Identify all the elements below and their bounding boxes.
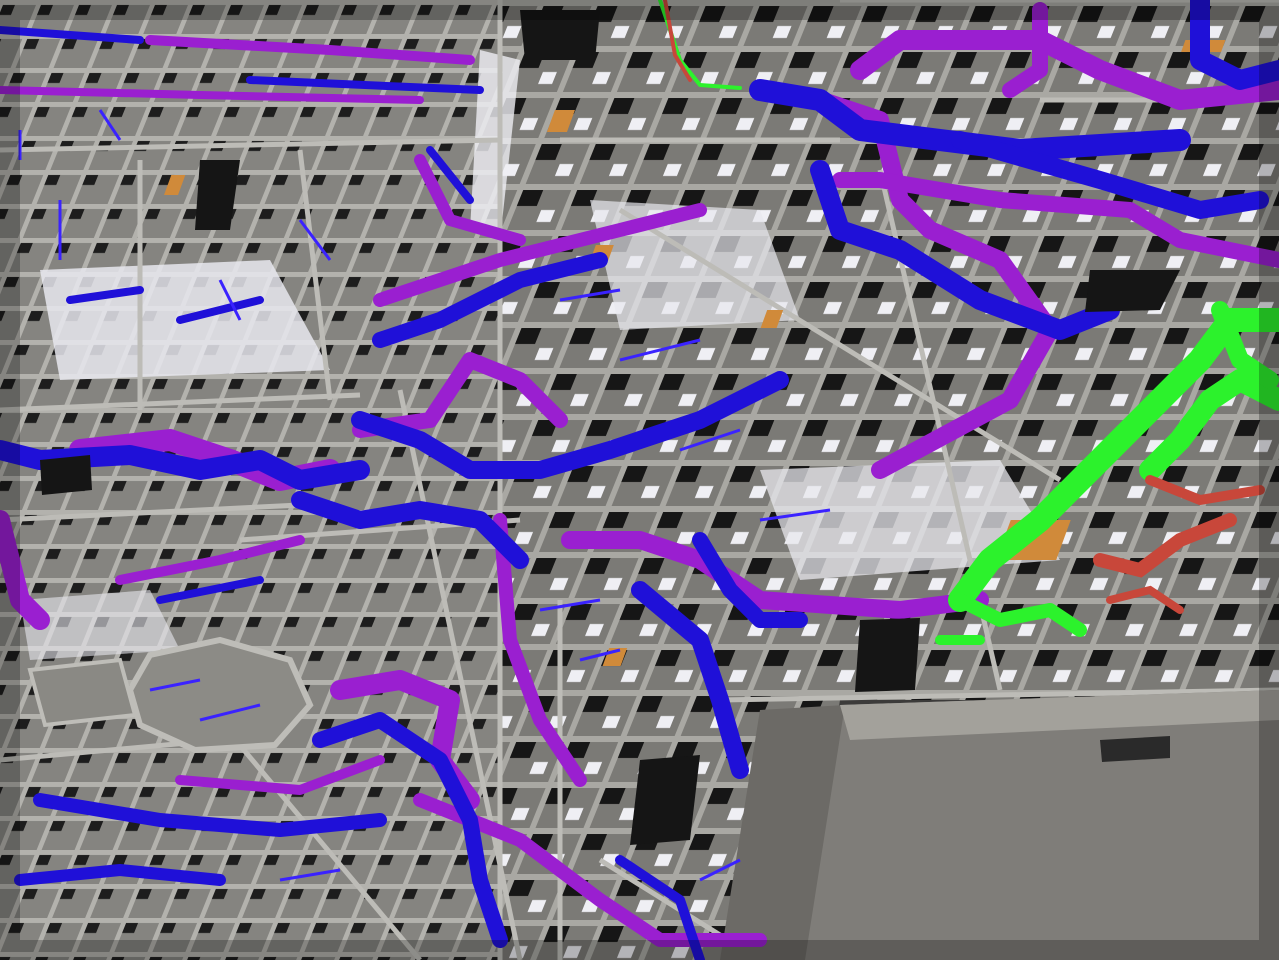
roof-slab (720, 690, 1279, 960)
bim-mep-model-render (0, 0, 1279, 960)
